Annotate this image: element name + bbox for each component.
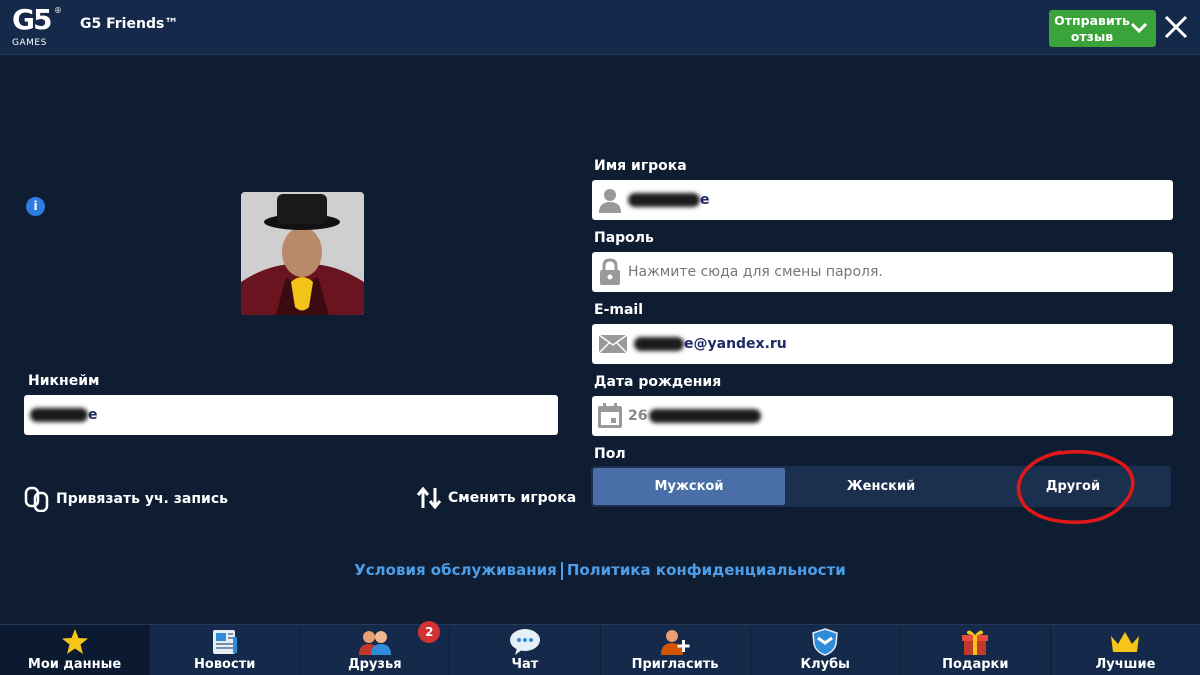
nav-item-invite[interactable]: Пригласить <box>601 625 751 675</box>
invite-icon <box>660 627 690 657</box>
close-icon <box>1164 15 1188 39</box>
nav-label: Новости <box>194 657 256 672</box>
bottom-nav: Мои данные Новости 2 Друзья Чат Пригласи… <box>0 621 1200 675</box>
gender-option-other[interactable]: Другой <box>977 468 1169 505</box>
news-icon <box>211 627 239 657</box>
envelope-icon <box>592 334 634 354</box>
gender-option-female[interactable]: Женский <box>785 468 977 505</box>
chevron-down-icon <box>1130 20 1148 39</box>
link-account-button[interactable]: Привязать уч. запись <box>24 486 228 512</box>
nickname-field[interactable]: e <box>24 395 558 435</box>
friends-count-badge: 2 <box>418 621 441 643</box>
redacted-text <box>30 408 88 422</box>
nickname-value: e <box>88 407 98 423</box>
redacted-text <box>649 409 762 423</box>
g5-logo: G5 ® GAMES <box>10 4 62 50</box>
user-icon <box>592 187 628 213</box>
gender-option-male[interactable]: Мужской <box>593 468 785 505</box>
nav-item-gifts[interactable]: Подарки <box>901 625 1051 675</box>
player-name-value: e <box>700 192 710 208</box>
nav-item-my-data[interactable]: Мои данные <box>0 625 151 675</box>
nav-label: Клубы <box>800 657 850 672</box>
legal-links: Условия обслуживания Политика конфиденциа… <box>0 561 1200 580</box>
logo-text: G5 <box>12 3 52 36</box>
terms-of-service-link[interactable]: Условия обслуживания <box>354 561 557 579</box>
star-icon <box>61 627 89 657</box>
calendar-icon <box>592 402 628 430</box>
nav-item-friends[interactable]: 2 Друзья <box>300 621 451 675</box>
lock-icon <box>592 258 628 286</box>
nav-item-clubs[interactable]: Клубы <box>751 625 901 675</box>
email-field[interactable]: e@yandex.ru <box>592 324 1173 364</box>
link-icon <box>24 486 49 512</box>
email-label: E-mail <box>594 302 644 318</box>
switch-player-button[interactable]: Сменить игрока <box>416 486 576 510</box>
password-placeholder: Нажмите сюда для смены пароля. <box>628 264 883 280</box>
nav-item-best[interactable]: Лучшие <box>1051 625 1200 675</box>
nav-label: Друзья <box>348 657 402 672</box>
nav-item-news[interactable]: Новости <box>150 625 301 675</box>
top-bar: G5 ® GAMES G5 Friends™ Отправить отзыв <box>0 0 1200 55</box>
password-label: Пароль <box>594 230 654 246</box>
send-feedback-label: Отправить отзыв <box>1054 12 1130 44</box>
birthdate-field[interactable]: 26 <box>592 396 1173 436</box>
friends-icon <box>358 627 392 657</box>
info-icon[interactable]: i <box>26 197 45 216</box>
nickname-label: Никнейм <box>28 373 100 389</box>
nav-item-chat[interactable]: Чат <box>450 625 601 675</box>
send-feedback-button[interactable]: Отправить отзыв <box>1049 10 1156 47</box>
crown-icon <box>1109 627 1141 657</box>
avatar[interactable] <box>241 192 364 315</box>
switch-player-label: Сменить игрока <box>448 490 577 506</box>
birthdate-label: Дата рождения <box>594 374 722 390</box>
nav-label: Подарки <box>942 657 1009 672</box>
birthdate-value: 26 <box>628 408 648 424</box>
nav-label: Чат <box>511 657 539 672</box>
link-account-label: Привязать уч. запись <box>56 491 228 507</box>
nav-label: Пригласить <box>631 657 719 672</box>
logo-sub: GAMES <box>12 38 47 48</box>
gender-selector: Мужской Женский Другой <box>591 466 1171 507</box>
redacted-text <box>634 337 684 351</box>
gift-icon <box>961 627 989 657</box>
close-button[interactable] <box>1164 15 1188 39</box>
password-field[interactable]: Нажмите сюда для смены пароля. <box>592 252 1173 292</box>
redacted-text <box>628 193 700 207</box>
gender-label: Пол <box>594 446 626 462</box>
player-name-label: Имя игрока <box>594 158 687 174</box>
swap-arrows-icon <box>416 486 442 510</box>
link-separator <box>560 561 563 580</box>
player-name-field[interactable]: e <box>592 180 1173 220</box>
shield-icon <box>812 627 838 657</box>
chat-icon <box>509 627 541 657</box>
nav-label: Мои данные <box>27 657 122 672</box>
email-value: e@yandex.ru <box>684 336 787 352</box>
app-title: G5 Friends™ <box>80 16 179 32</box>
nav-label: Лучшие <box>1095 657 1156 672</box>
logo-registered-mark: ® <box>54 6 62 15</box>
privacy-policy-link[interactable]: Политика конфиденциальности <box>567 561 846 579</box>
